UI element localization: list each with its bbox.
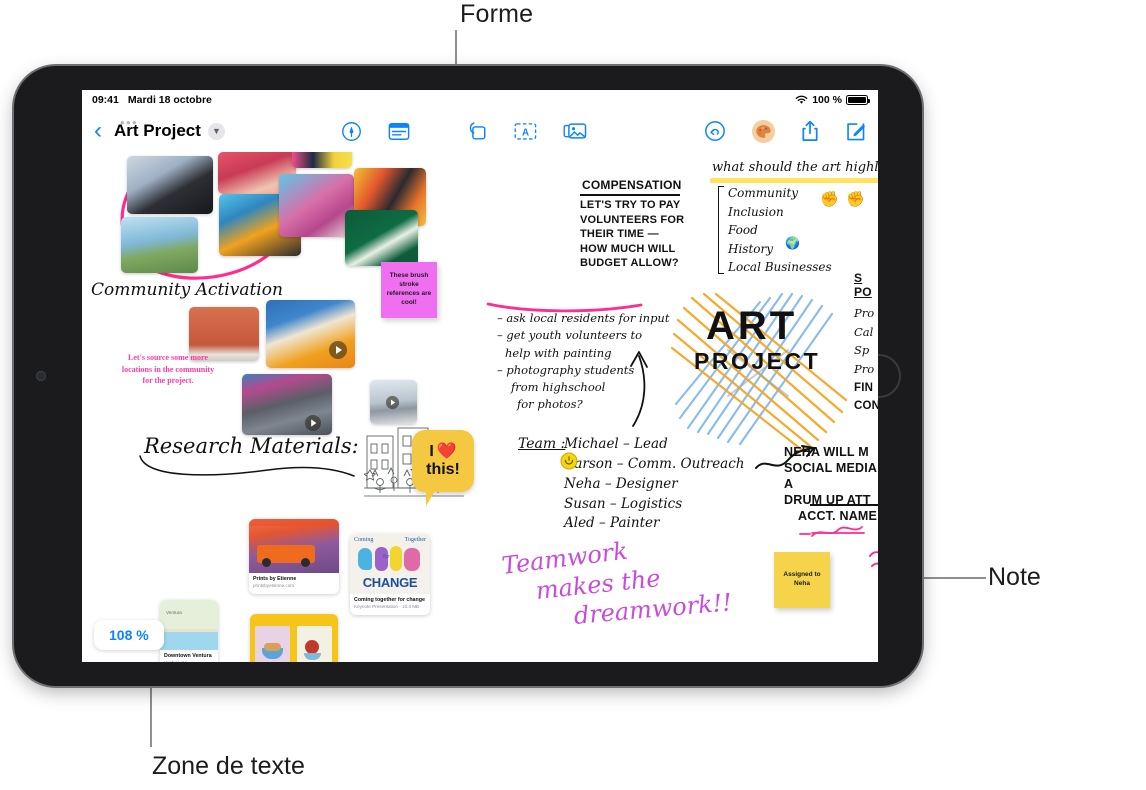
toolbar: ‹ Art Project ▼ A •••: [82, 110, 878, 152]
art-title-line1: ART: [706, 304, 798, 348]
back-button[interactable]: ‹: [94, 119, 102, 143]
buffet-card[interactable]: Buffet – Table Talk joinourtabletalk.com: [250, 614, 338, 662]
compensation-text: LET'S TRY TO PAY VOLUNTEERS FOR THEIR TI…: [580, 199, 685, 270]
art-title-line2: PROJECT: [694, 348, 821, 374]
note-lines-icon[interactable]: [388, 122, 410, 141]
card-subtitle: Ventura CA United States: [164, 660, 214, 662]
card-title: Prints by Etienne: [253, 576, 297, 582]
fist-emoji-1: ✊: [820, 191, 839, 208]
side-list-header: S PO: [854, 271, 872, 299]
whiteboard-canvas[interactable]: These brush stroke references are cool! …: [82, 152, 878, 662]
ellipsis-icon[interactable]: •••: [120, 116, 138, 129]
status-time: 09:41: [92, 94, 119, 106]
undo-icon[interactable]: [704, 120, 726, 142]
battery-full-icon: [846, 95, 870, 105]
list-bracket: [718, 186, 724, 274]
card-thumbnail: Coming Together for CHANGE: [350, 534, 430, 594]
fist-emoji-2: ✊: [846, 191, 865, 208]
card-thumbnail: [249, 519, 339, 573]
card-subtitle: printsbyetienne.com: [253, 582, 295, 588]
neha-underline: [810, 504, 878, 506]
sticky-note-assigned[interactable]: Assigned to Neha: [774, 552, 830, 608]
compose-icon[interactable]: [845, 121, 866, 142]
photo-thumbnail[interactable]: [127, 156, 213, 214]
play-badge-icon[interactable]: [304, 414, 322, 432]
wifi-icon: [795, 95, 808, 104]
sticky-note-brush[interactable]: These brush stroke references are cool!: [381, 262, 437, 318]
svg-text:A: A: [522, 127, 529, 138]
globe-emoji: 🌍: [785, 236, 800, 250]
prints-card[interactable]: Prints by Etienne printsbyetienne.com: [249, 519, 339, 594]
i-love-this-sticker[interactable]: I ❤️ this!: [412, 430, 474, 506]
curved-arrow-up: [630, 351, 648, 427]
team-members: Michael – Lead Carson – Comm. Outreach N…: [564, 436, 745, 532]
card-title: Downtown Ventura: [164, 653, 212, 659]
photo-thumbnail[interactable]: [121, 217, 198, 273]
text-box-icon[interactable]: A: [514, 122, 537, 141]
ipad-device: 09:41 Mardi 18 octobre 100 % ‹ Art Proje…: [14, 66, 922, 686]
yellow-highlight: [710, 178, 878, 183]
chevron-down-icon[interactable]: ▼: [207, 122, 225, 140]
callout-label-forme: Forme: [460, 0, 534, 28]
card-subtitle: Keynote Presentation · 10.4 MB: [354, 603, 420, 609]
neha-note-text: NEHA WILL M SOCIAL MEDIA A DRUM UP ATT A…: [784, 445, 878, 523]
teamwork-phrase: Teamwork makes the dreamwork!!: [500, 536, 733, 631]
photo-thumbnail[interactable]: [345, 210, 418, 266]
callout-label-zone-de-texte: Zone de texte: [152, 752, 305, 780]
side-list-items: Pro Cal Sp Pro FIN CON: [854, 306, 878, 413]
pen-circle-icon[interactable]: [341, 121, 362, 142]
heading-compensation: COMPENSATION: [582, 178, 682, 192]
zoom-level-indicator[interactable]: 108 %: [94, 620, 164, 650]
card-thumbnail: [250, 614, 338, 662]
ipad-screen: 09:41 Mardi 18 octobre 100 % ‹ Art Proje…: [82, 90, 878, 662]
status-date: Mardi 18 octobre: [127, 94, 212, 106]
battery-percent: 100 %: [812, 94, 842, 106]
highlight-question: what should the art highlight: [712, 160, 878, 175]
card-thumbnail: Ventura: [160, 600, 218, 650]
play-badge-icon[interactable]: [328, 340, 348, 360]
heading-community-activation: Community Activation: [91, 280, 283, 300]
callout-label-note: Note: [988, 563, 1041, 591]
map-card[interactable]: Ventura Downtown Ventura Ventura CA Unit…: [160, 600, 218, 662]
photos-icon[interactable]: [563, 121, 587, 141]
photo-thumbnail[interactable]: [279, 174, 354, 237]
status-bar: 09:41 Mardi 18 octobre 100 %: [82, 90, 878, 110]
team-label: Team :: [518, 436, 566, 452]
front-camera-icon: [36, 371, 46, 381]
shapes-icon[interactable]: [466, 121, 488, 142]
heart-icon: ❤️: [436, 443, 457, 461]
smiley-emoji: [560, 452, 578, 470]
card-title: Coming together for change: [354, 597, 425, 603]
change-card[interactable]: Coming Together for CHANGE Coming togeth…: [350, 534, 430, 615]
photo-thumbnail[interactable]: [292, 152, 352, 168]
highlight-items: Community Inclusion Food History Local B…: [728, 186, 832, 275]
text-box-pink[interactable]: Let's source some more locations in the …: [120, 352, 216, 387]
play-badge-icon[interactable]: [385, 395, 400, 410]
palette-icon[interactable]: [751, 119, 775, 143]
share-icon[interactable]: [801, 120, 819, 142]
research-underline-swash: [139, 455, 355, 477]
screenshot-root: Forme Note Zone de texte 09:41 Mardi 18 …: [0, 0, 1146, 790]
compensation-underline: [580, 194, 680, 196]
